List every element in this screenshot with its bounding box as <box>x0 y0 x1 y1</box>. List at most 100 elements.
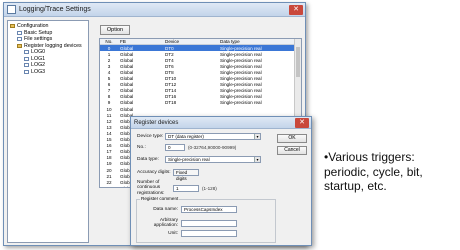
table-cell: Single-precision real <box>220 63 262 69</box>
data-name-value: ProcessCapsIndex <box>184 207 223 212</box>
table-cell: Single-precision real <box>220 82 262 88</box>
close-icon[interactable]: ✕ <box>289 4 303 15</box>
no-input[interactable]: 0 <box>165 144 185 151</box>
chevron-down-icon[interactable]: ▾ <box>254 134 260 139</box>
table-cell: 11 <box>106 112 112 118</box>
device-type-label: Device type: <box>137 134 164 139</box>
tree-item-label: Register logging devices <box>24 42 82 49</box>
table-cell: DT4 <box>165 57 174 63</box>
tree-item-label: File settings <box>24 36 53 43</box>
data-type-label: Data type: <box>137 157 159 162</box>
register-comment-group: Register comment Data name: ProcessCapsI… <box>136 196 276 243</box>
table-row[interactable]: 4 Global DT8 Single-precision real <box>100 69 301 75</box>
unit-row: Unit: <box>141 230 237 237</box>
window-titlebar[interactable]: Logging/Trace Settings ✕ <box>4 3 305 17</box>
table-row[interactable]: 1 Global DT2 Single-precision real <box>100 51 301 57</box>
dialog-close-icon[interactable]: ✕ <box>295 117 309 128</box>
table-row[interactable]: 0 Global DT0 Single-precision real <box>100 45 301 52</box>
table-row[interactable]: 6 Global DT12 Single-precision real <box>100 82 301 88</box>
table-cell: 19 <box>106 161 112 167</box>
table-cell: 14 <box>106 130 112 136</box>
unit-input[interactable] <box>181 230 237 237</box>
table-cell: DT2 <box>165 51 174 57</box>
table-row[interactable]: 3 Global DT6 Single-precision real <box>100 63 301 69</box>
doc-icon <box>24 50 29 55</box>
dialog-title: Register devices <box>134 119 179 126</box>
table-cell: 4 <box>107 70 111 76</box>
table-cell: Global <box>120 51 134 57</box>
table-cell: 17 <box>106 149 112 155</box>
data-name-input[interactable]: ProcessCapsIndex <box>181 206 237 213</box>
table-cell: DT18 <box>165 100 177 106</box>
table-row[interactable]: 7 Global DT14 Single-precision real <box>100 88 301 94</box>
accuracy-label: Accuracy digits: <box>137 170 171 175</box>
table-cell: 5 <box>107 76 111 82</box>
table-cell: 2 <box>107 57 111 63</box>
table-cell: DT10 <box>165 76 177 82</box>
data-type-select[interactable]: Single-precision real ▾ <box>165 156 261 163</box>
arbitrary-row: Arbitrary application: <box>141 218 237 228</box>
tree-item-label: LOG3 <box>31 68 46 75</box>
header-data-type: Data type <box>220 39 240 45</box>
scrollbar-thumb[interactable] <box>296 47 300 77</box>
no-range: (0-32764,90000-90999) <box>188 145 237 150</box>
register-comment-title: Register comment <box>140 196 180 201</box>
table-cell: Single-precision real <box>220 76 262 82</box>
table-row[interactable]: 2 Global DT4 Single-precision real <box>100 57 301 63</box>
table-cell: 23 <box>100 186 118 187</box>
table-row[interactable]: 9 Global DT18 Single-precision real <box>100 100 301 106</box>
dialog-titlebar[interactable]: Register devices ✕ <box>131 117 311 129</box>
doc-icon <box>17 37 22 42</box>
table-cell: Single-precision real <box>220 94 262 100</box>
settings-tree[interactable]: Configuration Basic Setup File settings Reg… <box>7 20 89 243</box>
device-type-value: DT (data register) <box>168 134 204 139</box>
continuous-value: 1 <box>176 185 179 191</box>
no-value: 0 <box>168 145 171 150</box>
doc-icon <box>17 30 22 35</box>
accuracy-field: Fixed digits <box>173 169 199 181</box>
table-cell: Single-precision real <box>220 100 262 106</box>
table-cell: 8 <box>107 94 111 100</box>
tree-item-label: Configuration <box>17 23 49 30</box>
table-cell: DT0 <box>165 45 174 51</box>
table-row[interactable]: 8 Global DT16 Single-precision real <box>100 94 301 100</box>
table-cell: Global <box>120 106 134 112</box>
table-cell: 0 <box>107 45 111 51</box>
data-type-value: Single-precision real <box>168 157 210 162</box>
continuous-input[interactable]: 1 <box>173 184 199 192</box>
table-cell: 6 <box>107 82 111 88</box>
table-cell: DT16 <box>165 94 177 100</box>
table-cell: 9 <box>107 100 111 106</box>
table-cell: 12 <box>106 118 112 124</box>
table-cell: Single-precision real <box>220 45 262 51</box>
table-cell: Single-precision real <box>220 57 262 63</box>
table-row[interactable]: 5 Global DT10 Single-precision real <box>100 76 301 82</box>
chevron-down-icon[interactable]: ▾ <box>254 157 260 162</box>
header-no: No. <box>105 39 113 45</box>
table-cell: Global <box>120 70 134 76</box>
table-cell: 3 <box>107 63 111 69</box>
table-cell: 22 <box>106 179 112 185</box>
device-type-select[interactable]: DT (data register) ▾ <box>165 133 261 140</box>
doc-icon <box>24 63 29 68</box>
table-cell: DT14 <box>165 88 177 94</box>
caption-text: •Various triggers: periodic, cycle, bit,… <box>324 150 423 193</box>
table-cell: 7 <box>107 88 111 94</box>
data-name-row: Data name: ProcessCapsIndex <box>141 206 237 213</box>
header-fb: FB <box>120 39 126 45</box>
table-cell: Global <box>120 94 134 100</box>
table-cell: DT6 <box>165 63 174 69</box>
app-icon <box>7 5 16 14</box>
table-cell: DT12 <box>165 82 177 88</box>
table-cell: 18 <box>106 155 112 161</box>
folder-icon <box>17 43 22 48</box>
table-cell: 15 <box>106 137 112 143</box>
arbitrary-input[interactable] <box>181 219 237 227</box>
cancel-button[interactable]: Cancel <box>277 146 307 155</box>
tree-item-7[interactable]: LOG3 <box>10 69 86 76</box>
ok-button[interactable]: OK <box>277 134 307 143</box>
accuracy-row: Accuracy digits: Fixed digits <box>137 169 199 181</box>
option-button[interactable]: Option <box>100 25 130 35</box>
continuous-row: Number of continuous registrations: 1 (1… <box>137 180 217 196</box>
table-cell: 1 <box>107 51 111 57</box>
